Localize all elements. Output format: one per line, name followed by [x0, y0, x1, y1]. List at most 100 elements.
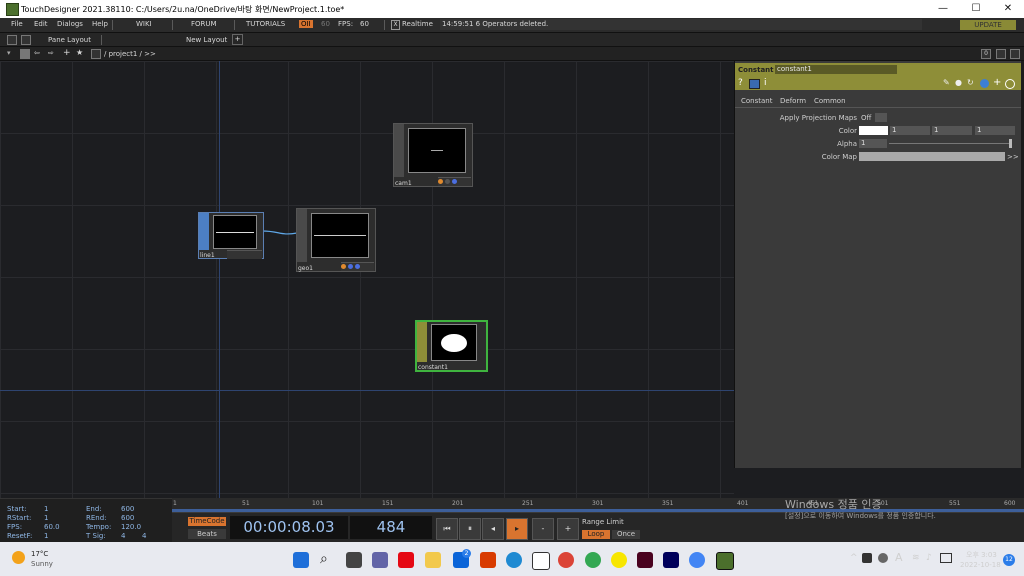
- pane-anchor-icon[interactable]: [21, 35, 31, 45]
- settings-icon[interactable]: [1005, 79, 1015, 89]
- tutorials-link[interactable]: TUTORIALS: [246, 20, 285, 28]
- op-name-field[interactable]: constant1: [775, 65, 897, 74]
- update-button[interactable]: UPDATE: [960, 20, 1016, 30]
- once-button[interactable]: Once: [612, 530, 640, 539]
- comment-icon[interactable]: ●: [955, 78, 962, 87]
- start-windows-icon[interactable]: [293, 552, 309, 568]
- tray-app-icon[interactable]: [862, 553, 872, 563]
- back-icon[interactable]: ⇦: [34, 49, 40, 57]
- color-g-field[interactable]: 1: [932, 126, 972, 135]
- info-icon[interactable]: i: [764, 78, 767, 88]
- tray-overflow-icon[interactable]: ^: [850, 553, 858, 563]
- touchdesigner-taskbar-icon[interactable]: [716, 552, 734, 570]
- timecode-display[interactable]: 00:00:08.03: [230, 516, 348, 539]
- beats-toggle[interactable]: Beats: [188, 529, 226, 539]
- apply-projection-maps-toggle[interactable]: [875, 113, 887, 122]
- node-side-toolbar[interactable]: [199, 213, 209, 250]
- node-cam1[interactable]: cam1: [393, 123, 473, 187]
- apply-projection-maps-value[interactable]: Off: [861, 114, 871, 122]
- node-side-toolbar[interactable]: [297, 209, 307, 262]
- language-icon[interactable]: [980, 79, 989, 88]
- office-icon[interactable]: [480, 552, 496, 568]
- close-button[interactable]: ✕: [993, 2, 1023, 16]
- help-icon[interactable]: ?: [738, 78, 743, 88]
- close-pane-icon[interactable]: [1010, 49, 1020, 59]
- maximize-pane-icon[interactable]: [996, 49, 1006, 59]
- bookmark-star-icon[interactable]: ★: [76, 48, 83, 57]
- add-operator-icon[interactable]: +: [63, 48, 71, 58]
- task-view-icon[interactable]: [346, 552, 362, 568]
- volume-icon[interactable]: ♪: [926, 553, 932, 563]
- color-map-field[interactable]: [859, 152, 1005, 161]
- node-line1[interactable]: line1: [198, 212, 264, 259]
- forum-link[interactable]: FORUM: [191, 20, 217, 28]
- rend-value[interactable]: 600: [121, 514, 134, 522]
- battery-icon[interactable]: [940, 553, 952, 563]
- clock-time[interactable]: 오후 3:03: [966, 550, 997, 560]
- color-swatch[interactable]: [859, 126, 888, 135]
- notification-badge[interactable]: 12: [1003, 554, 1015, 566]
- add-layout-button[interactable]: +: [232, 34, 243, 45]
- add-param-icon[interactable]: +: [993, 77, 1001, 88]
- pane-split-icon[interactable]: [7, 35, 17, 45]
- resetf-value[interactable]: 1: [44, 532, 48, 540]
- timecode-toggle[interactable]: TimeCode: [188, 517, 226, 526]
- node-side-toolbar[interactable]: [394, 124, 404, 177]
- tray-app-icon[interactable]: [878, 553, 888, 563]
- file-explorer-icon[interactable]: [425, 552, 441, 568]
- step-minus-button[interactable]: -: [532, 518, 554, 540]
- indesign-icon[interactable]: [637, 552, 653, 568]
- rewind-to-start-button[interactable]: ⏮: [436, 518, 458, 540]
- end-value[interactable]: 600: [121, 505, 134, 513]
- realtime-checkbox[interactable]: X: [391, 20, 400, 30]
- edit-pencil-icon[interactable]: ✎: [943, 78, 950, 87]
- node-flags[interactable]: [341, 262, 374, 271]
- tab-deform[interactable]: Deform: [780, 97, 806, 105]
- step-back-button[interactable]: ◂: [482, 518, 504, 540]
- performance-monitor-button[interactable]: OII: [299, 20, 313, 28]
- viewer-count[interactable]: 0: [981, 49, 991, 59]
- stop-icon[interactable]: [20, 49, 30, 59]
- weather-sun-icon[interactable]: [12, 551, 25, 564]
- new-layout-button[interactable]: New Layout: [186, 36, 227, 44]
- menu-dialogs[interactable]: Dialogs: [57, 20, 83, 28]
- edge-browser-icon[interactable]: [506, 552, 522, 568]
- alpha-slider-handle[interactable]: [1009, 139, 1012, 148]
- pane-menu-icon[interactable]: ▾: [7, 49, 11, 57]
- menu-help[interactable]: Help: [92, 20, 108, 28]
- node-flags[interactable]: [438, 177, 471, 186]
- chat-icon[interactable]: [372, 552, 388, 568]
- tsig-numerator[interactable]: 4: [121, 532, 125, 540]
- fps-value-timeline[interactable]: 60.0: [44, 523, 60, 531]
- color-r-field[interactable]: 1: [890, 126, 930, 135]
- notion-icon[interactable]: [532, 552, 550, 570]
- tsig-denominator[interactable]: 4: [142, 532, 146, 540]
- play-button[interactable]: ▸: [506, 518, 528, 540]
- netflix-icon[interactable]: [398, 552, 414, 568]
- alpha-slider-track[interactable]: [889, 143, 1009, 144]
- node-side-toolbar[interactable]: [417, 322, 427, 362]
- color-b-field[interactable]: 1: [975, 126, 1015, 135]
- color-map-browse[interactable]: >>: [1007, 153, 1019, 161]
- breadcrumb-path[interactable]: / project1 / >>: [104, 50, 156, 58]
- tab-common[interactable]: Common: [814, 97, 846, 105]
- chrome-icon[interactable]: [558, 552, 574, 568]
- step-plus-button[interactable]: +: [557, 518, 579, 540]
- network-editor[interactable]: cam1 line1 geo1 constant1: [0, 61, 734, 498]
- after-effects-icon[interactable]: [663, 552, 679, 568]
- weather-condition[interactable]: Sunny: [31, 560, 53, 568]
- start-value[interactable]: 1: [44, 505, 48, 513]
- chrome-profile-icon[interactable]: [585, 552, 601, 568]
- wifi-icon[interactable]: ≋: [912, 553, 920, 563]
- menu-edit[interactable]: Edit: [34, 20, 48, 28]
- refresh-icon[interactable]: ↻: [967, 78, 974, 87]
- maximize-button[interactable]: ☐: [961, 2, 991, 16]
- tab-constant[interactable]: Constant: [741, 97, 772, 105]
- frame-display[interactable]: 484: [350, 516, 432, 539]
- menu-file[interactable]: File: [11, 20, 23, 28]
- wiki-link[interactable]: WIKI: [136, 20, 152, 28]
- loop-button[interactable]: Loop: [582, 530, 610, 539]
- home-icon[interactable]: [91, 49, 101, 59]
- pause-button[interactable]: ⏸: [459, 518, 481, 540]
- rstart-value[interactable]: 1: [44, 514, 48, 522]
